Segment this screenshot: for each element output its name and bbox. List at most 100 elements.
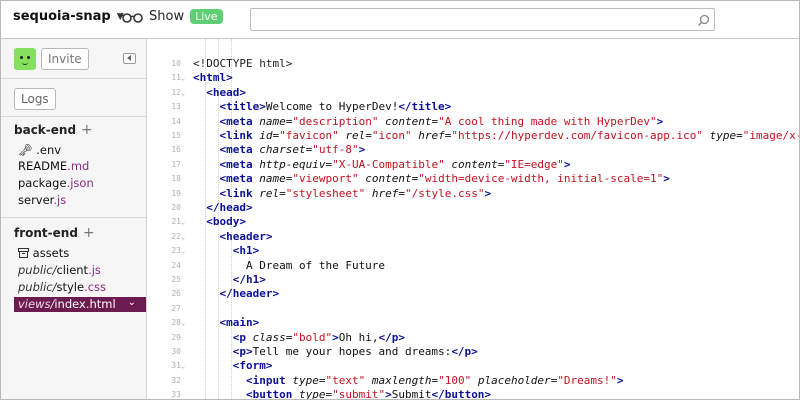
code-text: <head> <box>193 86 246 100</box>
code-line[interactable]: 25 </h1> <box>147 273 799 287</box>
code-line[interactable]: 17 <meta http-equiv="X-UA-Compatible" co… <box>147 158 799 172</box>
code-token: <title> <box>219 100 266 114</box>
code-token: "https://hyperdev.com/favicon-app.ico" <box>451 129 704 142</box>
file-name: style <box>56 280 85 294</box>
code-token: href <box>371 186 399 200</box>
code-line[interactable]: 21 ⌄ <body> <box>147 215 799 229</box>
code-line[interactable]: 22 ⌄ <header> <box>147 230 799 244</box>
project-name: sequoia-snap <box>13 9 111 24</box>
code-line[interactable]: 19 <link rel="stylesheet" href="/style.c… <box>147 187 799 201</box>
line-number: 25 <box>171 275 181 284</box>
invite-button[interactable]: Invite <box>41 48 89 70</box>
section-title: back-end <box>14 123 77 137</box>
collapse-sidebar-icon[interactable] <box>123 53 136 64</box>
fold-chevron-icon[interactable]: ⌄ <box>181 316 185 330</box>
file-dir: views/ <box>18 297 55 311</box>
fold-chevron-icon[interactable]: ⌄ <box>181 71 185 85</box>
file-index-selected[interactable]: views/index.html ⌄ <box>14 297 146 312</box>
show-button[interactable]: Show Live <box>121 9 223 24</box>
code-token: "favicon" <box>279 129 339 142</box>
code-token: > <box>484 186 492 200</box>
folder-assets[interactable]: assets <box>18 246 69 260</box>
file-name: index <box>54 297 86 311</box>
code-line[interactable]: 12 ⌄ <head> <box>147 86 799 100</box>
code-token: placeholder <box>477 373 551 387</box>
search-input[interactable] <box>251 10 693 30</box>
code-line[interactable]: 18 <meta name="viewport" content="width=… <box>147 172 799 186</box>
code-line[interactable]: 26 </header> <box>147 287 799 301</box>
code-line[interactable]: 24 A Dream of the Future <box>147 259 799 273</box>
logs-button[interactable]: Logs <box>14 88 56 110</box>
code-token: <input <box>245 373 293 387</box>
fold-chevron-icon[interactable]: ⌄ <box>181 244 185 258</box>
code-token: type <box>298 388 326 399</box>
line-number: 16 <box>171 145 181 155</box>
code-token: <meta <box>219 143 260 157</box>
code-token: </head> <box>206 201 253 214</box>
code-line[interactable]: 23 ⌄ <h1> <box>147 244 799 258</box>
code-line[interactable]: 29 <p class="bold">Oh hi,</p> <box>147 331 799 345</box>
file-env[interactable]: 🗝︎ .env <box>18 143 61 157</box>
fold-chevron-icon[interactable]: ⌄ <box>181 215 185 229</box>
line-number: 28 <box>171 318 181 328</box>
line-number: 12 <box>171 87 181 97</box>
code-line[interactable]: 30 <p>Tell me your hopes and dreams:</p> <box>147 345 799 359</box>
code-line[interactable]: 20 </head> <box>147 201 799 215</box>
code-editor[interactable]: 10 <!DOCTYPE html> 11 ⌄ <html> 12 ⌄ <head> 13 <… <box>147 39 799 399</box>
code-token: </header> <box>219 287 280 301</box>
add-file-icon[interactable]: + <box>81 122 93 138</box>
chevron-down-icon[interactable]: ⌄ <box>128 297 136 308</box>
line-number: 22 <box>171 231 181 241</box>
file-ext: .css <box>84 280 107 294</box>
code-line[interactable]: 33 <button type="submit">Submit</button> <box>147 388 799 399</box>
code-token: <meta <box>219 114 260 128</box>
code-token: content <box>365 172 412 186</box>
code-token: id <box>259 129 273 142</box>
file-ext: .md <box>67 159 90 173</box>
code-line[interactable]: 13 <title>Welcome to HyperDev!</title> <box>147 100 799 114</box>
code-token: <main> <box>219 316 260 330</box>
file-index[interactable]: views/index.html <box>18 297 116 311</box>
code-token: <h1> <box>232 244 260 258</box>
code-line[interactable]: 15 <link id="favicon" rel="icon" href="h… <box>147 129 799 143</box>
code-token: "description" <box>292 114 379 128</box>
code-token: <!DOCTYPE html> <box>193 57 293 70</box>
fold-chevron-icon[interactable]: ⌄ <box>181 230 185 244</box>
project-switcher[interactable]: sequoia-snap ▼ <box>13 9 124 24</box>
search-icon[interactable] <box>697 12 710 31</box>
code-line[interactable]: 11 ⌄ <html> <box>147 71 799 85</box>
code-text: </h1> <box>193 273 266 287</box>
fold-chevron-icon[interactable]: ⌄ <box>181 359 185 373</box>
avatar[interactable] <box>14 48 36 70</box>
code-token: maxlength <box>371 373 432 387</box>
code-token: content <box>385 114 432 128</box>
file-name: assets <box>32 246 70 260</box>
code-text: <p>Tell me your hopes and dreams:</p> <box>193 345 478 359</box>
search-field[interactable] <box>250 8 715 31</box>
code-token: </button> <box>431 388 492 399</box>
file-client[interactable]: public/client.js <box>18 263 101 277</box>
code-line[interactable]: 32 <input type="text" maxlength="100" pl… <box>147 374 799 388</box>
code-line[interactable]: 28 ⌄ <main> <box>147 316 799 330</box>
code-token: <button <box>245 388 299 399</box>
code-line[interactable]: 10 <!DOCTYPE html> <box>147 57 799 71</box>
add-file-icon[interactable]: + <box>83 225 95 241</box>
file-server[interactable]: server.js <box>18 193 66 207</box>
file-style[interactable]: public/style.css <box>18 280 106 294</box>
file-readme[interactable]: README.md <box>18 159 89 173</box>
fold-chevron-icon[interactable]: ⌄ <box>181 86 185 100</box>
code-line[interactable]: 16 <meta charset="utf-8"> <box>147 143 799 157</box>
line-number: 27 <box>171 303 181 313</box>
code-token: rel <box>259 186 280 200</box>
code-line[interactable]: 14 <meta name="description" content="A c… <box>147 115 799 129</box>
file-package[interactable]: package.json <box>18 176 94 190</box>
code-line[interactable]: 31 ⌄ <form> <box>147 359 799 373</box>
code-line[interactable]: 27 <box>147 302 799 316</box>
code-token: </p> <box>378 330 406 344</box>
